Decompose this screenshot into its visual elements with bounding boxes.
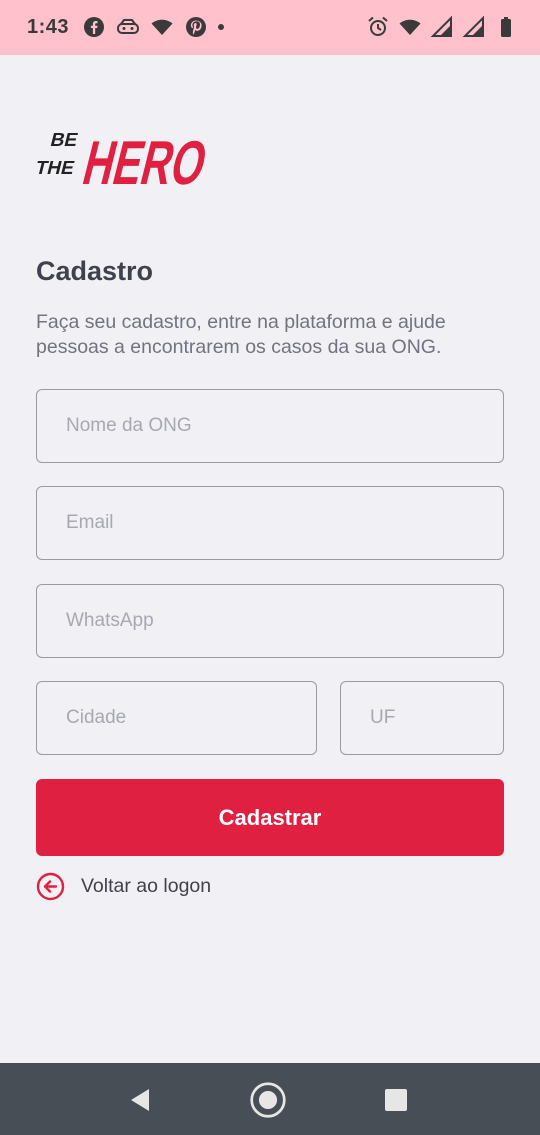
svg-text:HERO: HERO xyxy=(77,129,214,192)
page-title: Cadastro xyxy=(36,256,154,286)
city-input[interactable] xyxy=(36,681,317,755)
svg-text:BE: BE xyxy=(48,130,80,151)
navigation-bar xyxy=(0,1063,540,1135)
wifi-icon xyxy=(399,19,421,35)
arrow-left-circle-icon xyxy=(36,872,65,901)
email-input[interactable] xyxy=(36,486,504,560)
home-circle-icon[interactable] xyxy=(249,1081,287,1119)
back-triangle-icon[interactable] xyxy=(121,1081,159,1119)
svg-text:THE: THE xyxy=(36,158,77,179)
alarm-icon xyxy=(368,16,388,36)
back-link-label: Voltar ao logon xyxy=(81,875,212,897)
status-time: 1:43 xyxy=(27,16,70,38)
back-to-logon-link[interactable]: Voltar ao logon xyxy=(36,872,211,901)
status-left-icons xyxy=(82,15,224,39)
register-button[interactable]: Cadastrar xyxy=(36,779,504,856)
page-subtitle: Faça seu cadastro, entre na plataforma e… xyxy=(36,311,446,358)
signal-icon xyxy=(462,15,484,37)
signal-icon xyxy=(430,15,452,37)
signup-screen: 1:43 BE THE HERO Cadastro Faça seu cadas… xyxy=(0,0,540,1135)
ngo-name-input[interactable] xyxy=(36,389,504,463)
whatsapp-input[interactable] xyxy=(36,584,504,658)
game-controller-icon xyxy=(117,19,139,34)
status-right-icons xyxy=(366,15,518,39)
notification-dot-icon xyxy=(218,24,224,30)
uf-input[interactable] xyxy=(340,681,504,755)
pinterest-icon xyxy=(186,17,206,37)
battery-icon xyxy=(501,17,511,37)
recents-square-icon[interactable] xyxy=(377,1081,415,1119)
facebook-icon xyxy=(84,17,104,37)
wifi-status-icon xyxy=(151,19,173,35)
be-the-hero-logo: BE THE HERO xyxy=(36,129,214,192)
status-bar: 1:43 xyxy=(0,0,540,55)
